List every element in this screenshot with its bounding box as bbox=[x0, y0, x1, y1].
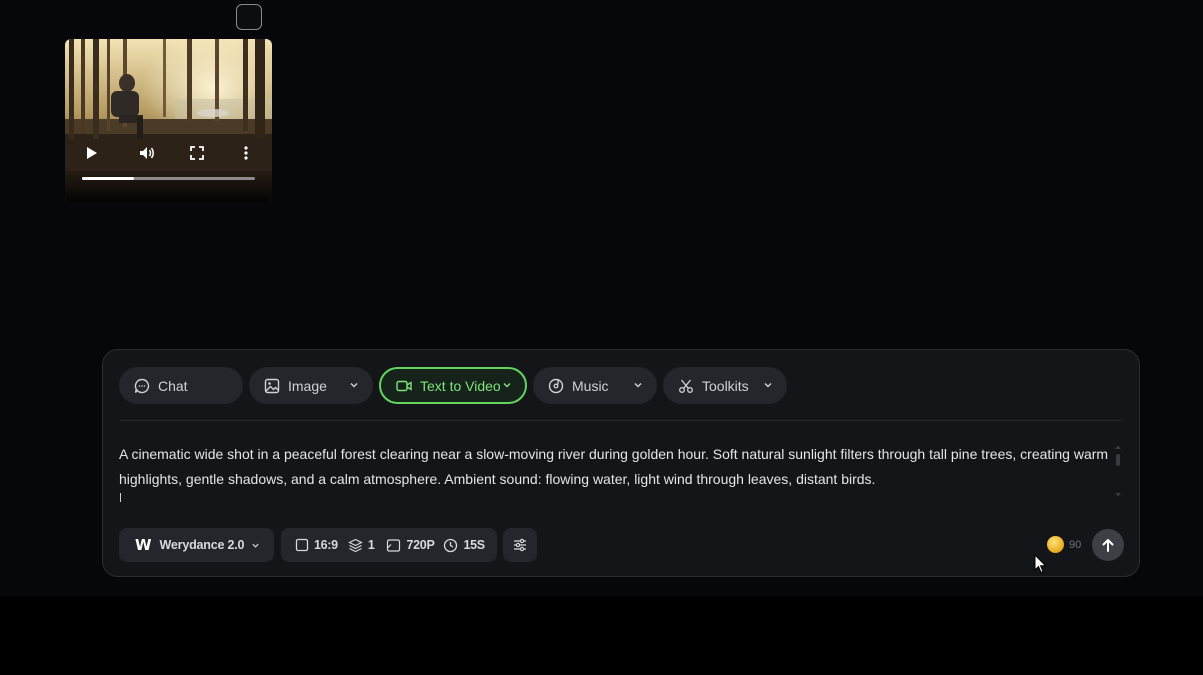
text-cursor bbox=[120, 493, 121, 502]
sliders-icon bbox=[514, 538, 526, 552]
tab-music-label: Music bbox=[572, 377, 609, 394]
generation-settings[interactable]: 16:9 1 720P 15S bbox=[281, 528, 497, 562]
resolution-value: 720P bbox=[406, 538, 435, 552]
duration-setting[interactable]: 15S bbox=[443, 538, 485, 553]
bottom-strip bbox=[0, 596, 1203, 675]
send-button[interactable] bbox=[1092, 529, 1124, 561]
video-camera-icon bbox=[396, 380, 412, 391]
scissors-icon bbox=[679, 379, 693, 393]
tab-music[interactable]: Music bbox=[533, 367, 657, 404]
tab-chat[interactable]: Chat bbox=[119, 367, 243, 404]
chevron-down-icon bbox=[503, 383, 511, 388]
duration-value: 15S bbox=[463, 538, 485, 552]
tab-text-to-video[interactable]: Text to Video bbox=[379, 367, 527, 404]
video-progress-bar[interactable] bbox=[82, 177, 255, 180]
resolution-setting[interactable]: 720P bbox=[386, 538, 435, 553]
arrow-up-icon bbox=[1102, 539, 1114, 552]
image-icon bbox=[264, 378, 280, 393]
chevron-down-icon bbox=[634, 383, 642, 388]
model-label: Werydance 2.0 bbox=[159, 538, 245, 552]
prompt-input[interactable]: A cinematic wide shot in a peaceful fore… bbox=[119, 442, 1109, 492]
model-selector[interactable]: W Werydance 2.0 bbox=[119, 528, 274, 562]
fullscreen-icon[interactable] bbox=[188, 144, 206, 162]
tab-image-label: Image bbox=[288, 377, 327, 394]
video-controls-bar bbox=[65, 171, 272, 202]
credits-display: 90 bbox=[1047, 536, 1081, 553]
layers-icon bbox=[347, 538, 363, 552]
video-progress-fill bbox=[82, 177, 134, 180]
scroll-up-icon[interactable] bbox=[1114, 444, 1122, 450]
aspect-ratio-value: 16:9 bbox=[314, 538, 338, 552]
model-logo-icon: W bbox=[135, 536, 152, 554]
aspect-ratio-setting[interactable]: 16:9 bbox=[295, 538, 338, 552]
aspect-ratio-icon bbox=[295, 538, 309, 552]
clock-icon bbox=[444, 538, 458, 552]
tab-toolkits[interactable]: Toolkits bbox=[663, 367, 787, 404]
tab-text-to-video-label: Text to Video bbox=[420, 377, 501, 394]
select-checkbox[interactable] bbox=[236, 4, 262, 30]
scroll-down-icon[interactable] bbox=[1114, 492, 1122, 498]
resolution-icon bbox=[387, 538, 401, 552]
chevron-down-icon bbox=[252, 543, 259, 548]
tab-chat-label: Chat bbox=[158, 377, 188, 394]
composer-panel: Chat Image Text to Video Music Toolkits … bbox=[102, 349, 1140, 577]
count-setting[interactable]: 1 bbox=[347, 538, 375, 553]
tab-image[interactable]: Image bbox=[249, 367, 373, 404]
divider bbox=[120, 420, 1122, 421]
tab-toolkits-label: Toolkits bbox=[702, 377, 749, 394]
coin-icon bbox=[1047, 536, 1064, 553]
chat-bubble-icon bbox=[134, 378, 150, 393]
volume-icon[interactable] bbox=[138, 144, 156, 162]
credits-value: 90 bbox=[1069, 538, 1082, 551]
count-value: 1 bbox=[367, 538, 375, 552]
play-icon[interactable] bbox=[82, 144, 100, 162]
scrollbar-thumb[interactable] bbox=[1116, 454, 1120, 466]
video-player[interactable] bbox=[65, 39, 272, 202]
chevron-down-icon bbox=[764, 383, 772, 388]
advanced-settings-button[interactable] bbox=[503, 528, 537, 562]
music-disc-icon bbox=[548, 378, 564, 393]
mouse-pointer-icon bbox=[1034, 554, 1047, 574]
chevron-down-icon bbox=[350, 383, 358, 388]
more-options-icon[interactable] bbox=[237, 144, 255, 162]
